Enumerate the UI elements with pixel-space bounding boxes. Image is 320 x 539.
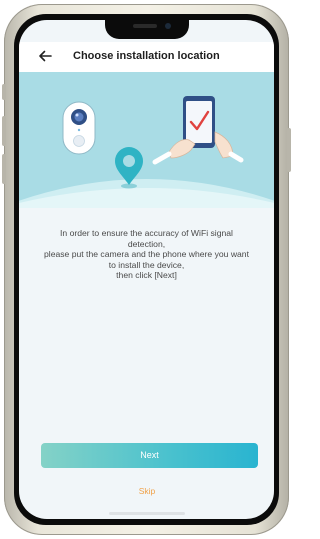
phone-volume-up-button [2, 116, 6, 146]
instructions-line: please put the camera and the phone wher… [44, 249, 249, 259]
front-camera [165, 23, 171, 29]
phone-silent-switch [2, 84, 6, 100]
phone-notch [105, 18, 189, 39]
arrow-left-icon[interactable] [37, 48, 53, 64]
camera-device-icon [62, 101, 96, 155]
next-button[interactable]: Next [41, 443, 258, 468]
home-indicator [109, 512, 185, 515]
phone-volume-down-button [2, 154, 6, 184]
phone-power-button [287, 128, 291, 172]
instructions-line: then click [Next] [116, 270, 177, 280]
instructions-text: In order to ensure the accuracy of WiFi … [29, 228, 264, 281]
instructions-line: to install the device, [108, 259, 185, 270]
earpiece-speaker [133, 24, 157, 28]
app-header: Choose installation location [19, 42, 274, 72]
phone-checkmark-icon [152, 96, 244, 165]
hero-illustration [19, 72, 274, 208]
instructions-line: detection, [127, 238, 166, 249]
instructions-line: In order to ensure the accuracy of WiFi … [60, 228, 233, 238]
skip-link[interactable]: Skip [119, 486, 175, 496]
page-title: Choose installation location [73, 50, 220, 62]
app-screen: Choose installation location In order to… [19, 20, 274, 519]
